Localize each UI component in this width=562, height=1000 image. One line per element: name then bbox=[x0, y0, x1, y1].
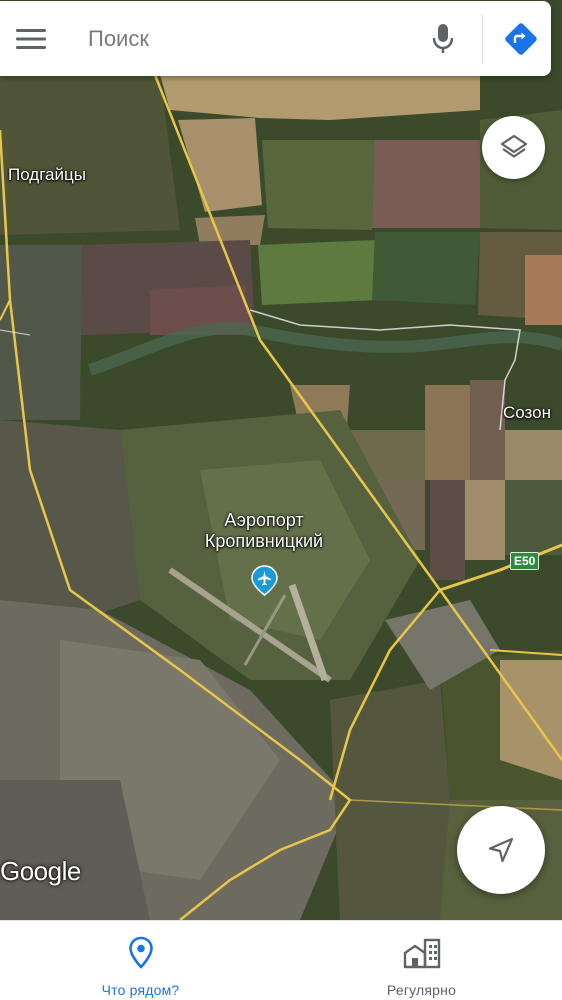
bottom-navigation: Что рядом? Регулярно bbox=[0, 920, 562, 1000]
maps-screen: Подгайцы Созон Аэропорт Кропивницкий E50… bbox=[0, 0, 562, 1000]
search-input[interactable] bbox=[60, 1, 418, 76]
buildings-icon bbox=[402, 936, 442, 970]
hamburger-menu-icon bbox=[16, 28, 46, 49]
map-label-village-east[interactable]: Созон bbox=[503, 403, 551, 423]
google-logo: Google bbox=[0, 856, 81, 886]
tab-nearby[interactable]: Что рядом? bbox=[0, 921, 281, 1000]
map-label-airport[interactable]: Аэропорт Кропивницкий bbox=[182, 510, 346, 552]
voice-search-button[interactable] bbox=[418, 1, 468, 76]
microphone-icon bbox=[433, 23, 453, 53]
road-badge-e50: E50 bbox=[510, 552, 540, 570]
map-label-village-west[interactable]: Подгайцы bbox=[8, 165, 86, 185]
tab-regular[interactable]: Регулярно bbox=[281, 921, 562, 1000]
search-bar bbox=[0, 1, 551, 76]
layers-icon bbox=[500, 134, 527, 158]
menu-button[interactable] bbox=[0, 1, 60, 76]
tab-regular-label: Регулярно bbox=[386, 982, 457, 998]
airport-label-line1: Аэропорт bbox=[224, 510, 304, 530]
airport-pin-icon[interactable] bbox=[251, 565, 278, 596]
directions-button[interactable] bbox=[491, 1, 551, 76]
my-location-button[interactable] bbox=[457, 806, 545, 894]
location-pin-icon bbox=[128, 936, 154, 970]
satellite-imagery bbox=[0, 0, 562, 920]
tab-nearby-label: Что рядом? bbox=[101, 982, 180, 998]
directions-icon bbox=[505, 22, 537, 55]
navigation-arrow-icon bbox=[488, 837, 514, 863]
satellite-map[interactable]: Подгайцы Созон Аэропорт Кропивницкий E50… bbox=[0, 0, 562, 920]
layers-button[interactable] bbox=[482, 116, 545, 179]
airport-label-line2: Кропивницкий bbox=[204, 531, 324, 551]
search-divider bbox=[482, 13, 483, 64]
